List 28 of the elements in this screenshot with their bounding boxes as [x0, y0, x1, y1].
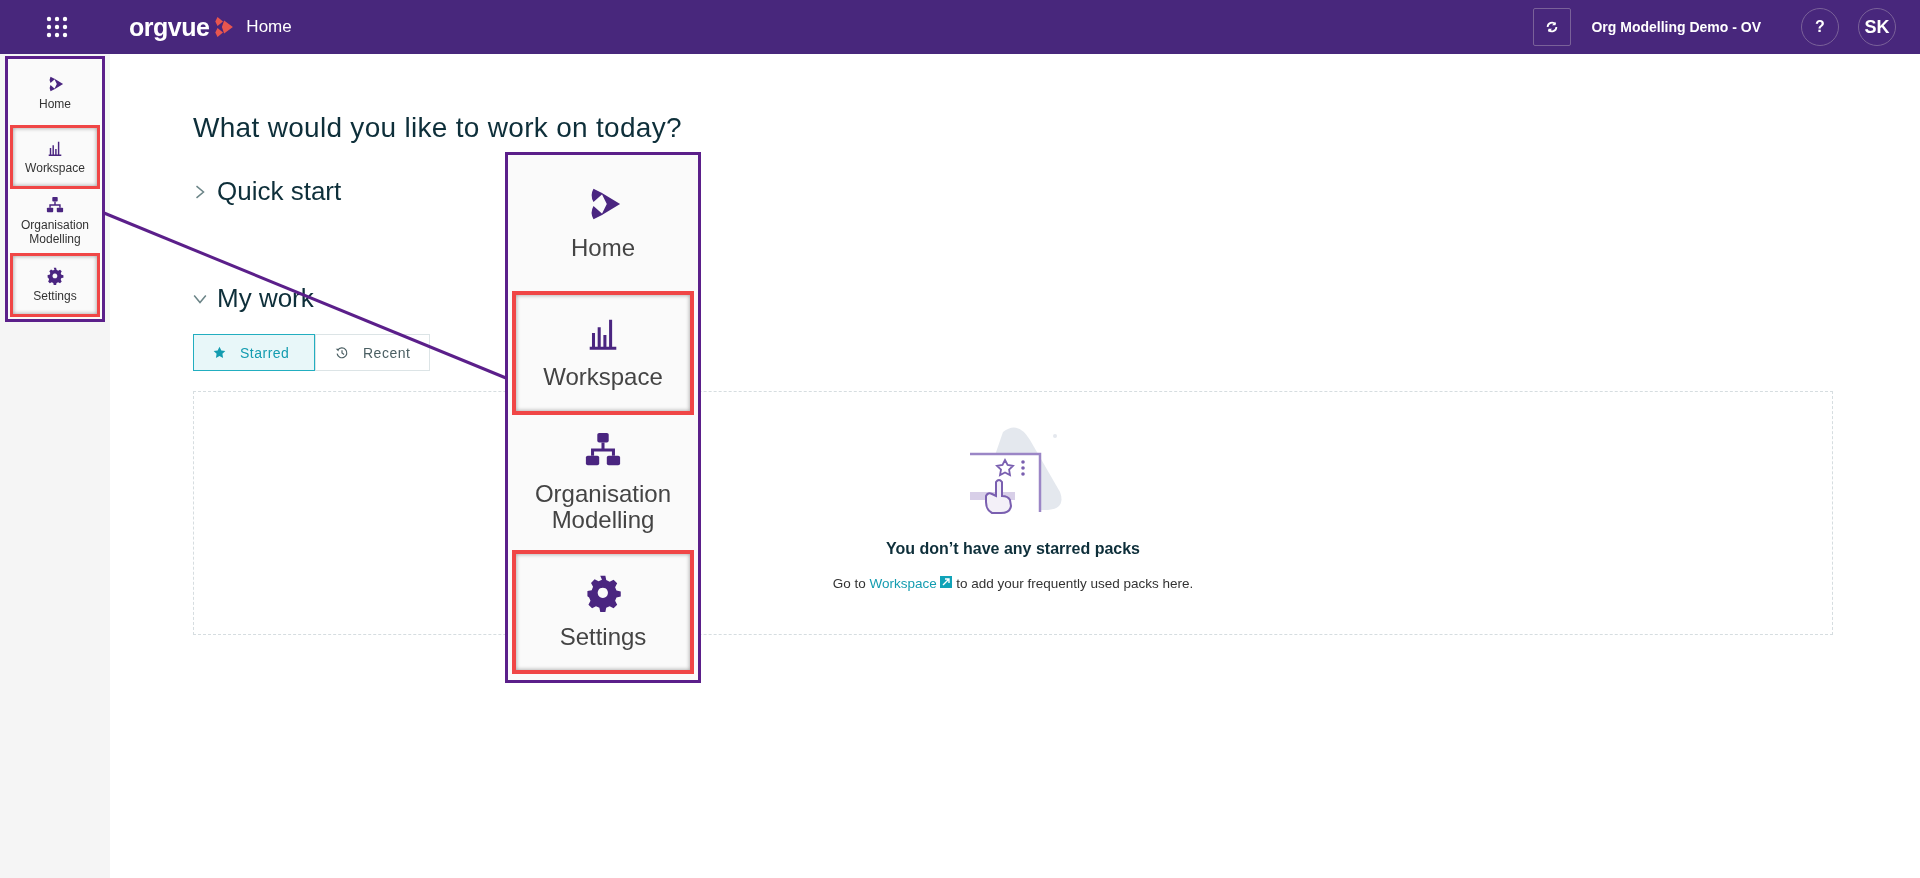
tab[interactable]: Recent	[315, 334, 431, 371]
sidebar-item: Home	[512, 161, 694, 285]
app-grid-icon[interactable]	[45, 15, 69, 39]
history-icon	[335, 345, 349, 360]
sidebar-item[interactable]: Workspace	[10, 125, 100, 189]
settings-icon	[46, 266, 64, 285]
page-heading: What would you like to work on today?	[193, 112, 683, 144]
sidebar-item: Organisation Modelling	[512, 420, 694, 545]
logo-text[interactable]: orgvue	[129, 12, 210, 42]
hierarchy-icon	[46, 196, 64, 215]
section-toggle[interactable]: My work	[193, 283, 314, 314]
sidebar-item[interactable]: Organisation Modelling	[10, 189, 100, 253]
settings-icon	[584, 573, 622, 612]
refresh-icon	[1545, 20, 1560, 34]
empty-state-message: Go to Workspace to add your frequently used packs here.	[832, 576, 1194, 591]
external-link-icon	[940, 576, 953, 588]
page-title: Home	[246, 17, 292, 37]
refresh-button[interactable]	[1533, 8, 1572, 46]
star-icon	[213, 346, 226, 359]
sidebar-item: Settings	[512, 550, 694, 674]
chevron-right-icon	[193, 184, 207, 199]
sidebar-item[interactable]: Home	[10, 61, 100, 125]
sidebar-item: Workspace	[512, 290, 694, 415]
section-toggle[interactable]: Quick start	[193, 176, 342, 207]
workspace-name[interactable]: Org Modelling Demo - OV	[1591, 19, 1761, 35]
sidebar-item[interactable]: Settings	[10, 253, 100, 317]
empty-state-title: You don’t have any starred packs	[886, 540, 1140, 558]
logo-icon	[212, 16, 235, 38]
